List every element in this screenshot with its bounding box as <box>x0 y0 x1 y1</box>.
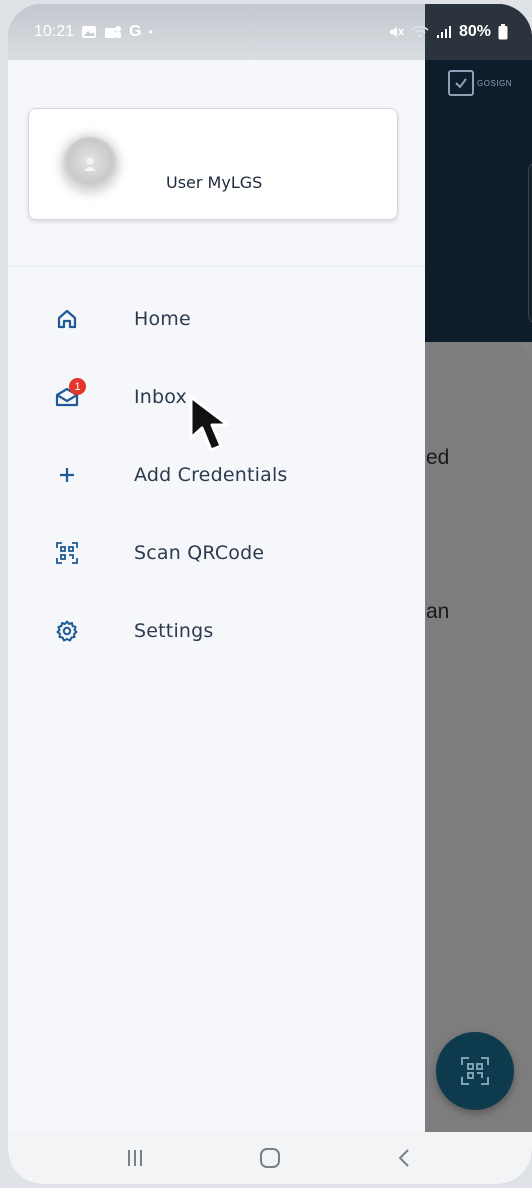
menu-item-settings[interactable]: Settings <box>8 592 425 670</box>
menu-label-settings: Settings <box>134 620 214 642</box>
gallery-icon <box>82 26 97 38</box>
back-button[interactable] <box>385 1138 425 1178</box>
menu-label-inbox: Inbox <box>134 386 187 408</box>
user-icon <box>84 157 96 171</box>
system-nav-bar <box>8 1132 532 1184</box>
back-icon <box>398 1149 409 1167</box>
home-button-icon <box>259 1148 280 1168</box>
wifi-icon <box>411 25 429 38</box>
menu-label-scan-qrcode: Scan QRCode <box>134 542 265 564</box>
app-logo: GOSIGN <box>448 70 512 96</box>
home-icon <box>54 306 80 332</box>
menu-item-home[interactable]: Home <box>8 280 425 358</box>
menu-item-scan-qrcode[interactable]: Scan QRCode <box>8 514 425 592</box>
peek-text-1: ed <box>426 446 450 469</box>
avatar <box>63 137 117 191</box>
user-name: User MyLGS <box>166 173 263 192</box>
recent-apps-button[interactable] <box>115 1138 155 1178</box>
mail-icon: 1 <box>54 378 86 410</box>
signal-icon <box>436 26 451 38</box>
qr-scan-icon <box>461 1057 489 1085</box>
inbox-badge: 1 <box>69 378 86 395</box>
peek-text-2: an <box>426 600 450 623</box>
mute-icon <box>389 27 404 37</box>
logo-text: GOSIGN <box>477 78 513 88</box>
recent-apps-icon <box>128 1150 143 1166</box>
mouse-cursor-icon <box>189 395 230 452</box>
drawer-divider <box>8 266 425 267</box>
status-bar: 10:21 G • 80% <box>8 4 532 60</box>
user-profile-card[interactable]: User MyLGS <box>28 108 398 220</box>
status-dot-icon: • <box>148 25 153 39</box>
status-carrier: G <box>129 23 142 40</box>
teams-icon <box>105 26 122 38</box>
menu-label-add-credentials: Add Credentials <box>134 464 288 486</box>
menu-label-home: Home <box>134 308 191 330</box>
app-card <box>528 162 532 324</box>
plus-icon <box>54 462 80 488</box>
drawer-menu: Home 1 Inbox Add Credentials Scan QRCode… <box>8 280 425 670</box>
scan-fab-button[interactable] <box>436 1032 514 1110</box>
status-time: 10:21 <box>34 23 75 40</box>
logo-check-icon <box>448 70 474 96</box>
gear-icon <box>54 618 80 644</box>
navigation-drawer: User MyLGS Home 1 Inbox Add Credentials … <box>8 4 425 1132</box>
battery-percent: 80% <box>458 23 491 40</box>
phone-screen: GOSIGN ed an 10:21 G • 80% User MyLGS Ho… <box>8 4 532 1184</box>
home-button[interactable] <box>250 1138 290 1178</box>
battery-icon <box>498 24 508 40</box>
qr-scan-icon <box>54 540 80 566</box>
